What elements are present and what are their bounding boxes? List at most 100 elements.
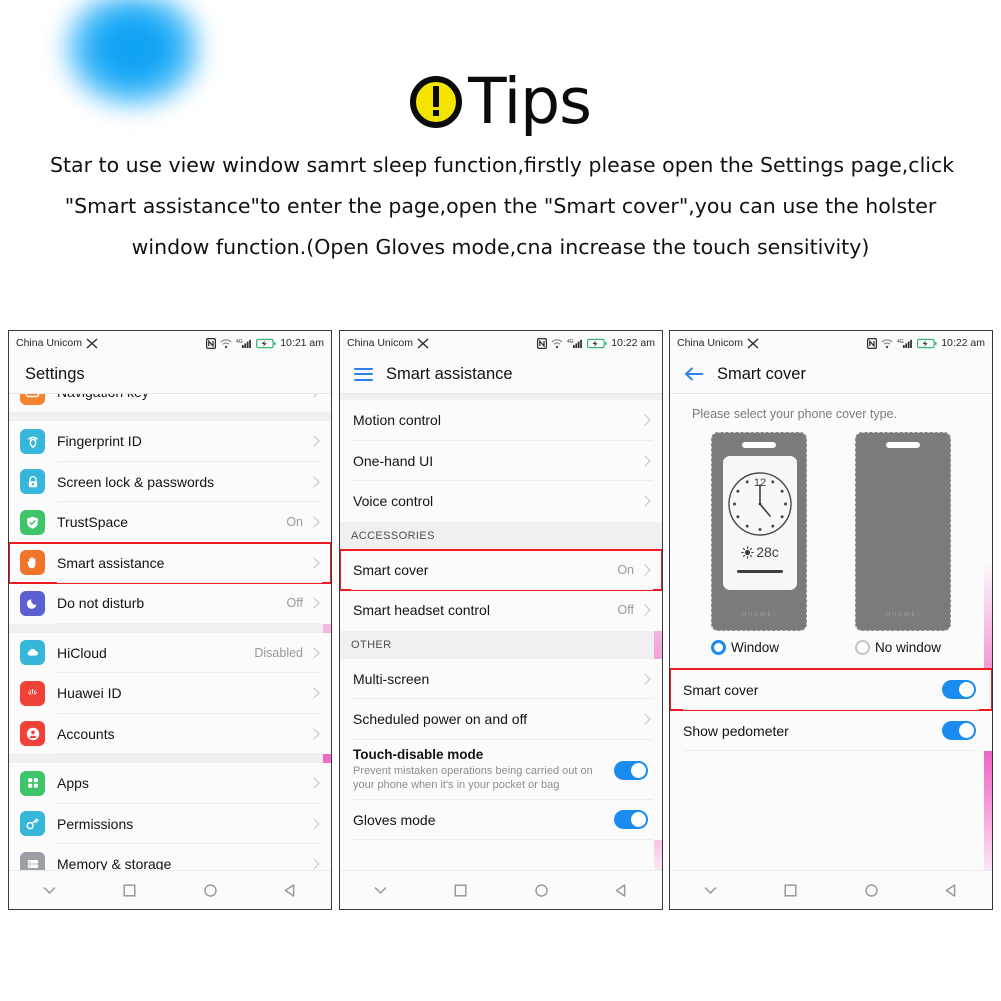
chevron-right-icon	[308, 818, 320, 830]
chevron-right-icon	[308, 516, 320, 528]
settings-list-group-1: Fingerprint ID Screen lock & passwords T…	[9, 421, 331, 624]
sidebar-item-trustspace[interactable]: TrustSpace On	[9, 502, 331, 543]
list-item-multi-screen[interactable]: Multi-screen	[340, 658, 662, 699]
radio-option-no-window[interactable]: No window	[855, 640, 951, 655]
page-title: Tips	[468, 65, 592, 138]
row-label: HiCloud	[57, 644, 107, 661]
square-recents-icon[interactable]	[452, 882, 469, 899]
circle-home-icon[interactable]	[863, 882, 880, 899]
list-item-smart-cover[interactable]: Smart cover On	[340, 548, 662, 591]
circle-home-icon[interactable]	[533, 882, 550, 899]
sidebar-item-apps[interactable]: Apps	[9, 763, 331, 804]
settings-list-group-3: Apps Permissions Memory & storage	[9, 763, 331, 885]
gloves-mode-toggle[interactable]	[614, 810, 648, 830]
assistance-list-accessories: Smart cover On Smart headset control Off	[340, 548, 662, 631]
chevron-down-icon[interactable]	[41, 882, 58, 899]
clock-label: 10:22 am	[611, 337, 655, 349]
square-recents-icon[interactable]	[121, 882, 138, 899]
carrier-label: China Unicom	[16, 337, 82, 349]
navigation-bar	[340, 870, 662, 909]
list-item-smart-cover-toggle[interactable]: Smart cover	[670, 668, 992, 711]
chevron-right-icon	[308, 728, 320, 740]
shield-check-icon	[20, 509, 45, 535]
square-recents-icon[interactable]	[782, 882, 799, 899]
row-label: Scheduled power on and off	[353, 711, 528, 728]
row-label: Navigation key	[57, 394, 310, 400]
navigation-bar	[670, 870, 992, 909]
list-item-smart-headset-control[interactable]: Smart headset control Off	[340, 590, 662, 631]
list-item-touch-disable-mode[interactable]: Touch-disable mode Prevent mistaken oper…	[340, 739, 662, 800]
list-item-one-hand-ui[interactable]: One-hand UI	[340, 440, 662, 481]
row-value: Disabled	[254, 645, 303, 660]
tips-header: Tips	[0, 70, 1001, 133]
sidebar-item-fingerprint-id[interactable]: Fingerprint ID	[9, 421, 331, 462]
tips-description: Star to use view window samrt sleep func…	[50, 145, 954, 268]
back-arrow-icon[interactable]	[684, 366, 704, 382]
nfc-icon	[537, 337, 548, 349]
triangle-back-icon[interactable]	[943, 882, 960, 899]
nfc-icon	[206, 337, 217, 349]
radio-option-window[interactable]: Window	[711, 640, 807, 655]
row-label: Smart assistance	[57, 554, 165, 571]
speaker-slot-icon	[886, 442, 920, 448]
smart-cover-toggle[interactable]	[942, 680, 976, 699]
triangle-back-icon[interactable]	[282, 882, 299, 899]
signal-bars-icon: 4G	[897, 339, 913, 348]
sidebar-item-do-not-disturb[interactable]: Do not disturb Off	[9, 583, 331, 624]
list-item-gloves-mode[interactable]: Gloves mode	[340, 799, 662, 840]
status-bar: China Unicom 4G	[670, 331, 992, 355]
fingerprint-icon	[20, 428, 45, 454]
moon-icon	[20, 590, 45, 616]
apps-grid-icon	[20, 770, 45, 796]
chevron-down-icon[interactable]	[372, 882, 389, 899]
chevron-right-icon	[639, 604, 651, 616]
sidebar-item-permissions[interactable]: Permissions	[9, 803, 331, 844]
cloud-icon	[20, 640, 45, 666]
cover-preview-no-window[interactable]: HUAWEI	[855, 432, 951, 631]
row-label: Smart headset control	[353, 602, 490, 619]
show-pedometer-toggle[interactable]	[942, 721, 976, 740]
row-label: Fingerprint ID	[57, 433, 142, 450]
phone-screenshot-smart-assistance: China Unicom 4G 10:22 am Smart assistanc…	[339, 330, 663, 910]
touch-disable-toggle[interactable]	[614, 760, 648, 780]
partial-row-navigation-key[interactable]: Navigation key	[9, 394, 331, 412]
svg-text:4G: 4G	[236, 339, 243, 345]
row-label: Motion control	[353, 412, 441, 429]
call-forward-icon	[747, 337, 759, 349]
hamburger-menu-icon[interactable]	[354, 367, 373, 381]
row-value: On	[286, 515, 303, 530]
radio-button-icon[interactable]	[855, 640, 870, 655]
list-item-voice-control[interactable]: Voice control	[340, 481, 662, 522]
triangle-back-icon[interactable]	[613, 882, 630, 899]
group-header-accessories: ACCESSORIES	[340, 521, 662, 550]
screen-title: Settings	[25, 364, 85, 383]
radio-button-selected-icon[interactable]	[711, 640, 726, 655]
sidebar-item-screen-lock[interactable]: Screen lock & passwords	[9, 461, 331, 502]
sidebar-item-hicloud[interactable]: HiCloud Disabled	[9, 632, 331, 673]
assistance-list-group-1: Motion control One-hand UI Voice control	[340, 400, 662, 522]
chevron-down-icon[interactable]	[702, 882, 719, 899]
battery-charging-icon	[917, 338, 937, 348]
sidebar-item-smart-assistance[interactable]: Smart assistance	[9, 541, 331, 584]
cover-preview-window[interactable]: 12 28c HUAWEI	[711, 432, 807, 631]
chevron-right-icon	[639, 495, 651, 507]
chevron-right-icon	[308, 476, 320, 488]
svg-text:4G: 4G	[897, 339, 904, 345]
chevron-right-icon	[308, 647, 320, 659]
row-label: TrustSpace	[57, 514, 129, 531]
row-label: Gloves mode	[353, 811, 436, 828]
screenshots-row: China Unicom 4G 10:21 am Settings Finger…	[0, 330, 1001, 912]
row-label: Permissions	[57, 815, 134, 832]
clock-label: 10:22 am	[941, 337, 985, 349]
list-item-motion-control[interactable]: Motion control	[340, 400, 662, 441]
sidebar-item-huawei-id[interactable]: Huawei ID	[9, 673, 331, 714]
signal-bars-icon: 4G	[236, 339, 252, 348]
list-item-show-pedometer[interactable]: Show pedometer	[670, 710, 992, 751]
list-item-scheduled-power[interactable]: Scheduled power on and off	[340, 699, 662, 740]
circle-home-icon[interactable]	[202, 882, 219, 899]
list-group-divider	[9, 623, 331, 633]
phone-screenshot-smart-cover: China Unicom 4G 10:22 am Smart cover Ple…	[669, 330, 993, 910]
sidebar-item-accounts[interactable]: Accounts	[9, 713, 331, 754]
clock-label: 10:21 am	[280, 337, 324, 349]
title-bar: Settings	[9, 355, 331, 394]
